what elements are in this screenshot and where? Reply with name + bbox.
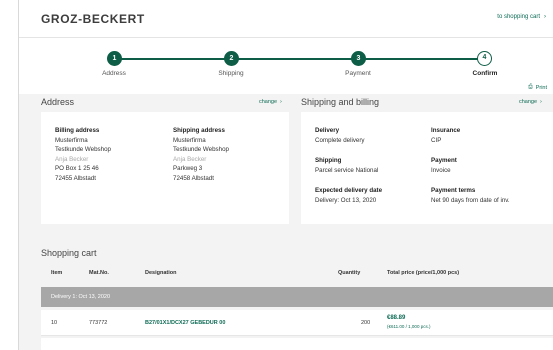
print-label: Print	[535, 84, 547, 91]
step-1-label: Address	[102, 70, 126, 77]
chevron-right-icon: ›	[280, 99, 282, 105]
col-mat-no: Mat.No.	[89, 270, 109, 276]
billing-line: Testkunde Webshop	[55, 146, 111, 153]
delivery-block: Delivery Complete delivery	[315, 126, 365, 145]
cart-table-header: Item Mat.No. Designation Quantity Total …	[41, 264, 553, 282]
brand-logo[interactable]: GROZ-BECKERT	[41, 12, 145, 26]
address-title: Address	[41, 97, 75, 107]
shipping-billing-card: Delivery Complete delivery Insurance CIP…	[301, 112, 553, 224]
delivery-value: Complete delivery	[315, 136, 365, 144]
payment-terms-heading: Payment terms	[431, 187, 476, 194]
to-shopping-cart-label: to shopping cart	[497, 14, 540, 20]
insurance-heading: Insurance	[431, 127, 461, 134]
expected-delivery-heading: Expected delivery date	[315, 187, 383, 194]
table-row	[41, 338, 553, 350]
shipping-billing-title: Shipping and billing	[301, 97, 380, 107]
delivery-group-label: Delivery 1: Oct 13, 2020	[51, 294, 111, 300]
shipping-method-value: Parcel service National	[315, 166, 379, 174]
row-price-per: (€611.00 / 1,000 pcs.)	[387, 324, 431, 329]
step-4-marker: 4	[477, 51, 492, 66]
delivery-heading: Delivery	[315, 127, 340, 134]
billing-line: Anja Becker	[55, 155, 89, 163]
shipping-line: 72458 Albstadt	[173, 174, 214, 182]
billing-address-block: Billing address Musterfirma Testkunde We…	[55, 126, 111, 183]
step-3-marker[interactable]: 3	[351, 51, 366, 66]
expected-delivery-value: Delivery: Oct 13, 2020	[315, 196, 377, 204]
shipping-line: Parkweg 3	[173, 165, 203, 172]
col-item: Item	[51, 270, 63, 276]
shopping-cart-title: Shopping cart	[41, 248, 97, 258]
checkout-page: GROZ-BECKERT to shopping cart › 1 Addres…	[18, 0, 553, 350]
print-button[interactable]: ⎙ Print	[528, 84, 547, 91]
shipping-method-heading: Shipping	[315, 157, 342, 164]
progress-line	[114, 58, 479, 60]
col-designation: Designation	[145, 270, 177, 276]
payment-terms-value: Net 90 days from date of inv.	[431, 196, 510, 204]
col-total-price: Total price (price/1,000 pcs)	[387, 270, 460, 276]
shipping-billing-change-link[interactable]: change ›	[519, 99, 542, 105]
row-mat-no: 773772	[89, 320, 108, 326]
to-shopping-cart-link[interactable]: to shopping cart ›	[497, 14, 546, 20]
shipping-line: Testkunde Webshop	[173, 146, 229, 153]
shipping-billing-change-label: change	[519, 99, 538, 105]
address-card: Billing address Musterfirma Testkunde We…	[41, 112, 289, 224]
expected-delivery-block: Expected delivery date Delivery: Oct 13,…	[315, 186, 382, 205]
shipping-line: Anja Becker	[173, 155, 207, 163]
table-row: 10 773772 B27/01X1/DCX27 GEBEDUR 00 200 …	[41, 310, 553, 336]
step-4-label: Confirm	[472, 70, 498, 77]
row-item: 10	[51, 320, 58, 326]
payment-block: Payment Invoice	[431, 156, 457, 175]
address-change-link[interactable]: change ›	[259, 99, 282, 105]
col-quantity: Quantity	[338, 270, 361, 276]
delivery-group-bar: Delivery 1: Oct 13, 2020	[41, 287, 553, 307]
payment-heading: Payment	[431, 157, 457, 164]
shipping-method-block: Shipping Parcel service National	[315, 156, 378, 175]
insurance-value: CIP	[431, 136, 442, 144]
payment-value: Invoice	[431, 166, 451, 174]
shipping-line: Musterfirma	[173, 136, 206, 144]
checkout-progress: 1 Address 2 Shipping 3 Payment 4 Confirm	[19, 38, 553, 94]
step-3-label: Payment	[345, 70, 371, 77]
billing-line: PO Box 1 25 46	[55, 165, 99, 172]
step-1-marker[interactable]: 1	[107, 51, 122, 66]
payment-terms-block: Payment terms Net 90 days from date of i…	[431, 186, 510, 205]
step-2-label: Shipping	[218, 70, 244, 77]
row-price: €88.89	[387, 315, 406, 321]
step-2-marker[interactable]: 2	[224, 51, 239, 66]
billing-line: Musterfirma	[55, 136, 88, 144]
billing-address-heading: Billing address	[55, 127, 100, 134]
insurance-block: Insurance CIP	[431, 126, 460, 145]
shipping-address-heading: Shipping address	[173, 127, 225, 134]
chevron-right-icon: ›	[544, 14, 546, 20]
printer-icon: ⎙	[528, 84, 533, 90]
address-change-label: change	[259, 99, 278, 105]
top-header: GROZ-BECKERT to shopping cart ›	[19, 0, 553, 38]
row-quantity: 200	[361, 320, 371, 326]
chevron-right-icon: ›	[540, 99, 542, 105]
billing-line: 72455 Albstadt	[55, 174, 96, 182]
shipping-address-block: Shipping address Musterfirma Testkunde W…	[173, 126, 229, 183]
row-designation-link[interactable]: B27/01X1/DCX27 GEBEDUR 00	[145, 320, 225, 326]
